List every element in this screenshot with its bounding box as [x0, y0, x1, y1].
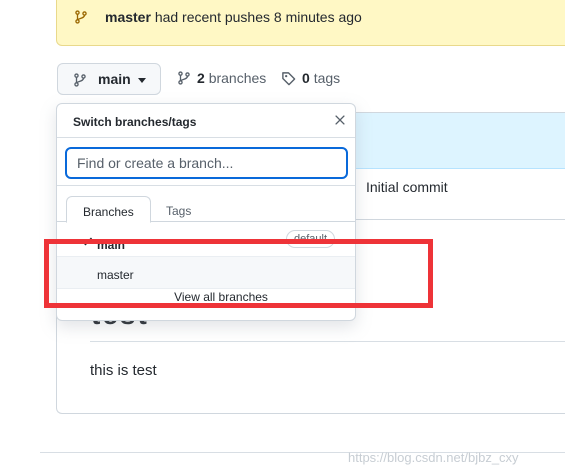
branches-label: branches [208, 70, 267, 86]
dropdown-tabs: Branches Tags [57, 186, 355, 223]
branch-search-container [57, 138, 355, 186]
readme-body: this is test [90, 362, 157, 379]
git-branch-icon [74, 73, 86, 87]
recent-pushes-text: master had recent pushes 8 minutes ago [105, 9, 362, 25]
watermark: https://blog.csdn.net/bjbz_cxy [348, 450, 519, 465]
annotation-highlight-box [44, 239, 433, 308]
tag-icon [282, 71, 296, 85]
tags-label: tags [313, 70, 341, 86]
chevron-down-icon [138, 78, 146, 83]
git-branch-icon [178, 71, 190, 85]
recent-pushes-banner: master had recent pushes 8 minutes ago [56, 0, 565, 46]
flash-branch-name[interactable]: master [105, 9, 151, 25]
repository-page: master had recent pushes 8 minutes ago m… [0, 0, 565, 475]
readme-divider [90, 341, 565, 342]
branch-select-button[interactable]: main [57, 63, 161, 95]
dropdown-header: Switch branches/tags [57, 104, 355, 138]
dropdown-title: Switch branches/tags [73, 115, 197, 129]
tags-link[interactable]: 0 tags [281, 70, 340, 86]
branches-count: 2 [197, 70, 205, 86]
git-branch-icon [75, 10, 87, 24]
branches-link[interactable]: 2 branches [177, 70, 266, 86]
tab-tags[interactable]: Tags [150, 196, 207, 223]
tags-count: 0 [302, 70, 310, 86]
commit-message[interactable]: Initial commit [366, 179, 448, 195]
flash-message: had recent pushes 8 minutes ago [154, 9, 362, 25]
tab-branches[interactable]: Branches [66, 196, 151, 223]
close-icon[interactable] [333, 113, 347, 127]
branch-search-input[interactable] [65, 147, 348, 179]
current-branch-label: main [98, 71, 131, 87]
